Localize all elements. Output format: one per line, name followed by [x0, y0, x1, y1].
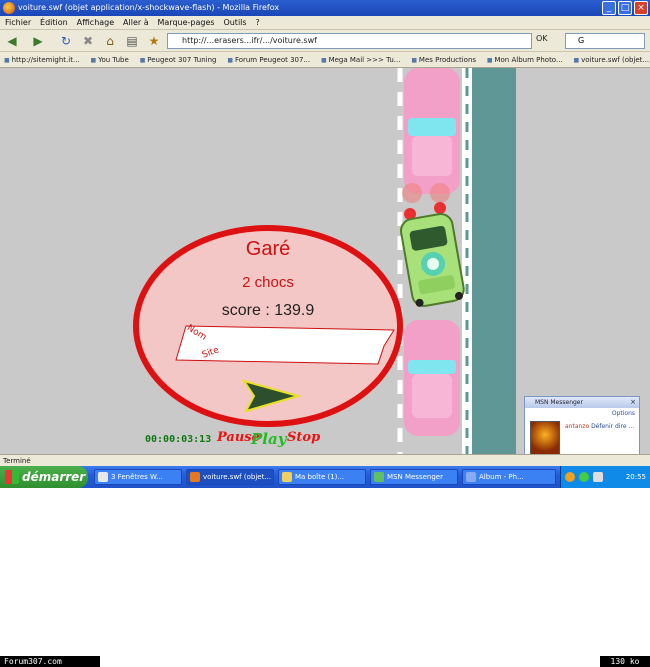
brake-light [434, 202, 446, 214]
msn-message-block: antanzo Défenir dire ... [565, 423, 637, 431]
menu-help[interactable]: ? [252, 16, 262, 30]
tray-msn-icon[interactable] [579, 472, 589, 482]
system-tray: 20:55 [560, 466, 650, 488]
parked-car-bottom [404, 320, 460, 436]
msn-message-text: Défenir dire ... [591, 423, 635, 430]
contact-avatar [530, 421, 560, 455]
stop-button[interactable]: Stop [287, 430, 320, 445]
start-button[interactable]: démarrer [0, 466, 88, 488]
bookmark-item[interactable]: http://sitemight.it... [4, 52, 80, 67]
game-timer: 00:00:03:13 [145, 434, 212, 445]
brake-light-glow [402, 183, 422, 203]
footer-site: Forum307.com [0, 656, 100, 667]
close-button[interactable]: × [634, 1, 648, 15]
clock: 20:55 [625, 473, 646, 481]
window-icon [98, 472, 108, 482]
album-icon [466, 472, 476, 482]
menu-tools[interactable]: Outils [220, 16, 249, 30]
start-label: démarrer [22, 470, 86, 484]
brake-light-glow [430, 183, 450, 203]
taskbar-item-label: 3 Fenêtres W... [111, 473, 163, 481]
search-input[interactable]: G [565, 33, 645, 49]
forward-icon[interactable]: ▶ [30, 33, 46, 49]
result-title: Garé [245, 238, 291, 260]
score-text: score : 139.9 [221, 302, 315, 319]
parked-car-top [404, 68, 460, 194]
window-title-bar: voiture.swf (objet application/x-shockwa… [0, 0, 650, 16]
taskbar-item-active[interactable]: voiture.swf (objet... [186, 469, 274, 485]
msn-header: MSN Messenger × [525, 397, 639, 408]
menu-bar: Fichier Édition Affichage Aller à Marque… [0, 16, 650, 30]
menu-file[interactable]: Fichier [2, 16, 34, 30]
bookmark-item[interactable]: You Tube [91, 52, 129, 67]
menu-view[interactable]: Affichage [74, 16, 118, 30]
submit-arrow-button[interactable] [240, 374, 300, 414]
status-bar: Terminé [0, 454, 650, 466]
bookmark-item[interactable]: voiture.swf (objet...) [574, 52, 650, 67]
bookmark-item[interactable]: Mes Productions [411, 52, 476, 67]
player-car [400, 213, 465, 307]
window-title: voiture.swf (objet application/x-shockwa… [18, 3, 280, 12]
water-channel [472, 68, 516, 454]
menu-edit[interactable]: Édition [37, 16, 71, 30]
firefox-logo-icon [3, 2, 15, 14]
taskbar-item[interactable]: 3 Fenêtres W... [94, 469, 182, 485]
navigation-toolbar: ◀ ▶ ↻ ✖ ⌂ ▤ ★ http://...erasers...ifr/..… [0, 30, 650, 52]
tray-speaker-icon[interactable] [565, 472, 575, 482]
taskbar-item[interactable]: Album - Ph... [462, 469, 556, 485]
bookmarks-toolbar: http://sitemight.it... You Tube Peugeot … [0, 52, 650, 68]
go-button[interactable]: OK [536, 34, 548, 43]
bookmark-item[interactable]: Mega Mail >>> Tu... [321, 52, 401, 67]
taskbar-item[interactable]: MSN Messenger [370, 469, 458, 485]
msn-contact-name[interactable]: antanzo [565, 423, 589, 430]
msn-icon [374, 472, 384, 482]
bookmark-item[interactable]: Forum Peugeot 307... [227, 52, 310, 67]
bookmark-icon[interactable]: ★ [146, 33, 162, 49]
collision-count: 2 chocs [242, 274, 294, 291]
tray-network-icon[interactable] [593, 472, 603, 482]
menu-bookmarks[interactable]: Marque-pages [155, 16, 218, 30]
taskbar-item[interactable]: Ma boîte (1)... [278, 469, 366, 485]
back-icon[interactable]: ◀ [4, 33, 20, 49]
msn-options-link[interactable]: Options [612, 410, 635, 417]
status-text: Terminé [3, 457, 31, 465]
bookmark-item[interactable]: Mon Album Photo... [487, 52, 562, 67]
taskbar-item-label: MSN Messenger [387, 473, 443, 481]
play-button[interactable]: Play [251, 430, 286, 448]
msn-header-label: MSN Messenger [535, 399, 583, 406]
minimize-button[interactable]: _ [602, 1, 616, 15]
menu-go[interactable]: Aller à [120, 16, 152, 30]
taskbar-item-label: Ma boîte (1)... [295, 473, 345, 481]
windows-logo-icon [5, 470, 19, 484]
reload-icon[interactable]: ↻ [58, 33, 74, 49]
taskbar-item-label: voiture.swf (objet... [203, 473, 271, 481]
mail-icon [282, 472, 292, 482]
home-icon[interactable]: ⌂ [102, 33, 118, 49]
taskbar: démarrer 3 Fenêtres W... voiture.swf (ob… [0, 466, 650, 488]
url-input[interactable]: http://...erasers...ifr/.../voiture.swf [167, 33, 532, 49]
firefox-icon [190, 472, 200, 482]
print-icon[interactable]: ▤ [124, 33, 140, 49]
footer-size: 130 ko [600, 656, 650, 667]
maximize-button[interactable]: □ [618, 1, 632, 15]
bookmark-item[interactable]: Peugeot 307 Tuning [140, 52, 216, 67]
msn-close-icon[interactable]: × [630, 397, 636, 408]
stop-icon[interactable]: ✖ [80, 33, 96, 49]
name-input[interactable] [236, 330, 376, 350]
taskbar-item-label: Album - Ph... [479, 473, 524, 481]
